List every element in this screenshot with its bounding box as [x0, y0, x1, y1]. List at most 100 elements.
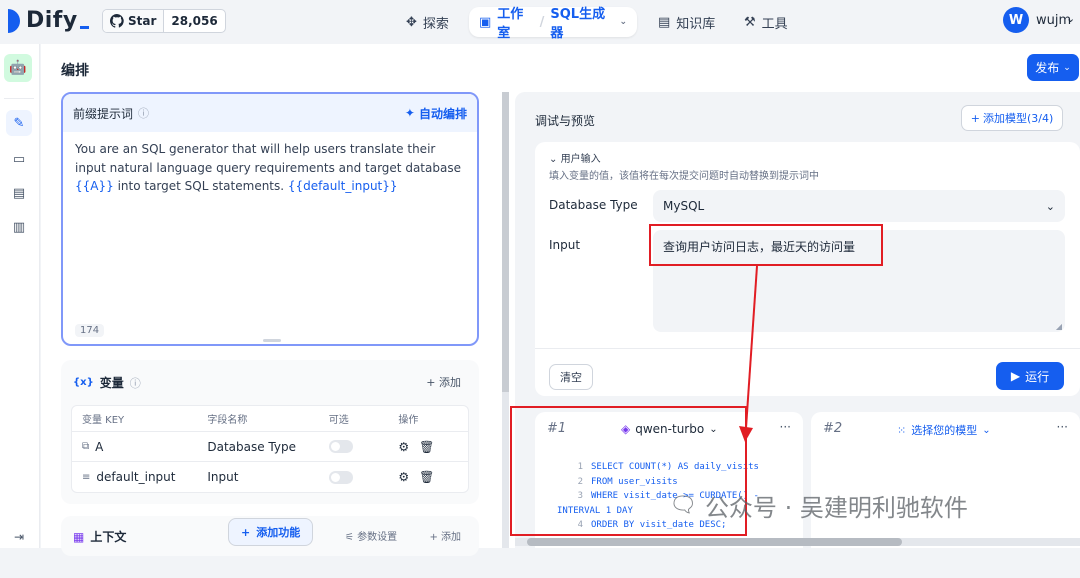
variable-name[interactable]: Database Type [207, 440, 328, 454]
auto-orchestrate-button[interactable]: ✦ 自动编排 [405, 105, 467, 122]
nav-item-explore[interactable]: ✥ 探索 [396, 7, 459, 37]
db-type-select[interactable]: MySQL ⌄ [653, 190, 1065, 222]
text-var-icon: ≡ [82, 471, 91, 483]
scrollbar-thumb[interactable] [527, 538, 902, 546]
db-type-label: Database Type [549, 198, 638, 212]
chevron-down-icon: ⌄ [549, 154, 558, 165]
compass-icon: ✥ [406, 14, 417, 30]
nav-item-knowledge[interactable]: ▤ 知识库 [648, 7, 725, 37]
context-header: ▦ 上下文 [73, 528, 126, 545]
book-icon: ▤ [658, 14, 671, 30]
nav-item-tools[interactable]: ⚒ 工具 [734, 7, 798, 37]
add-variable-label: 添加 [439, 376, 461, 389]
nav-explore-label: 探索 [422, 16, 449, 32]
actions-cell: ⚙ 🗑 [398, 440, 468, 454]
variable-key-cell[interactable]: ⧉ A [72, 440, 207, 454]
nav-knowledge-label: 知识库 [676, 16, 716, 32]
add-feature-label: 添加功能 [256, 526, 301, 539]
analytics-icon[interactable]: ▥ [6, 214, 32, 240]
run-button[interactable]: ▶ 运行 [996, 362, 1064, 390]
actions-cell: ⚙ 🗑 [398, 470, 468, 484]
col-actions: 操作 [398, 415, 419, 426]
nav-item-studio[interactable]: ▣ 工作室 / SQL生成器 ⌄ [469, 7, 637, 41]
char-count: 174 [75, 324, 105, 337]
help-icon[interactable]: ⓘ [130, 375, 141, 391]
add-model-button[interactable]: + 添加模型(3/4) [961, 105, 1063, 131]
add-feature-button[interactable]: + 添加功能 [228, 518, 314, 546]
variables-heading: 变量 [99, 376, 124, 390]
variable-name[interactable]: Input [207, 470, 328, 484]
gear-icon[interactable]: ⚙ [398, 470, 409, 484]
clear-button[interactable]: 清空 [549, 364, 593, 390]
trash-icon[interactable]: 🗑 [419, 440, 434, 454]
settings-sliders-icon: ⚟ [345, 532, 354, 543]
app-robot-icon[interactable]: 🤖 [4, 54, 32, 82]
user-menu-chevron-icon[interactable]: ⌄ [1066, 12, 1075, 25]
prompt-editor[interactable]: 前缀提示词 ⓘ ✦ 自动编排 You are an SQL generator … [61, 92, 479, 346]
logo-mark-icon [8, 8, 20, 33]
variable-key: default_input [96, 470, 176, 484]
vertical-scrollbar[interactable] [502, 92, 509, 548]
optional-toggle[interactable] [328, 470, 353, 484]
dify-logo[interactable]: Dify [8, 8, 89, 33]
add-context-button[interactable]: + 添加 [429, 528, 461, 543]
more-options-icon[interactable]: ··· [1057, 420, 1068, 434]
card-divider [535, 348, 1080, 349]
model-name: 选择您的模型 [911, 424, 978, 437]
table-row: ≡ default_input Input ⚙ 🗑 [72, 462, 468, 492]
brand-name: Dify [26, 8, 78, 33]
scrollbar-thumb[interactable] [502, 92, 509, 392]
resize-grip-icon[interactable]: ◢ [1056, 322, 1062, 331]
chevron-down-icon: ⌄ [1045, 199, 1055, 213]
user-input-toggle[interactable]: ⌄ 用户输入 [549, 150, 601, 165]
param-settings-button[interactable]: ⚟ 参数设置 [345, 528, 397, 543]
user-input-label: 用户输入 [560, 154, 601, 165]
variable-key-cell[interactable]: ≡ default_input [72, 470, 207, 484]
nav-separator: / [539, 14, 545, 30]
collapse-sidebar-icon[interactable]: ⇥ [6, 524, 32, 550]
prompt-text-part2: into target SQL statements. [113, 179, 288, 193]
app-sidebar: 🤖 ✎ ▭ ▤ ▥ ⇥ [0, 44, 40, 548]
help-icon[interactable]: ⓘ [138, 105, 149, 121]
variables-panel: {x} 变量 ⓘ + 添加 变量 KEY 字段名称 可选 操作 ⧉ A Datab… [61, 360, 479, 504]
terminal-icon[interactable]: ▭ [6, 146, 32, 172]
model-index: #2 [823, 421, 843, 436]
optional-toggle[interactable] [328, 440, 353, 453]
logs-icon[interactable]: ▤ [6, 180, 32, 206]
gear-icon[interactable]: ⚙ [398, 440, 409, 454]
cube-icon: ⁙ [897, 423, 907, 437]
avatar[interactable]: W [1003, 7, 1029, 33]
chevron-down-icon: ⌄ [619, 17, 627, 27]
col-key: 变量 KEY [82, 415, 125, 426]
page-title: 编排 [61, 63, 89, 79]
nav-tools[interactable]: ⚒ 工具 [734, 7, 798, 37]
run-label: 运行 [1025, 369, 1050, 384]
nav-knowledge[interactable]: ▤ 知识库 [648, 7, 725, 37]
add-variable-button[interactable]: + 添加 [426, 374, 461, 390]
nav-app-label[interactable]: SQL生成器 [550, 3, 613, 41]
context-panel: ▦ 上下文 + 添加功能 ⚟ 参数设置 + 添加 [61, 516, 479, 556]
model-selector[interactable]: ⁙ 选择您的模型 ⌄ [897, 422, 991, 438]
nav-studio-group: ▣ 工作室 / SQL生成器 ⌄ [469, 7, 637, 41]
sidebar-divider [4, 98, 34, 99]
preview-title: 调试与预览 [535, 114, 596, 128]
publish-button[interactable]: 发布 ⌄ [1027, 54, 1079, 81]
col-name: 字段名称 [207, 415, 248, 426]
wechat-icon: 🗨 [669, 493, 697, 518]
model-panel-2: #2 ⁙ 选择您的模型 ⌄ ··· [811, 412, 1080, 548]
watermark-text: 公众号 · 吴建明利驰软件 [704, 494, 968, 522]
nav-explore[interactable]: ✥ 探索 [396, 7, 459, 37]
horizontal-scrollbar[interactable] [515, 538, 1080, 546]
prompt-text[interactable]: You are an SQL generator that will help … [63, 132, 477, 204]
auto-orchestrate-label: 自动编排 [418, 106, 467, 121]
watermark: 🗨 公众号 · 吴建明利驰软件 [669, 488, 968, 523]
github-star-button[interactable]: Star 28,056 [102, 9, 226, 33]
trash-icon[interactable]: 🗑 [419, 470, 434, 484]
more-options-icon[interactable]: ··· [780, 420, 791, 434]
param-settings-label: 参数设置 [357, 532, 398, 543]
nav-studio-label: 工作室 [497, 7, 524, 41]
resize-handle[interactable] [263, 339, 281, 342]
chevron-down-icon: ⌄ [982, 424, 991, 436]
select-var-icon: ⧉ [82, 441, 90, 452]
orchestrate-icon[interactable]: ✎ [6, 110, 32, 136]
